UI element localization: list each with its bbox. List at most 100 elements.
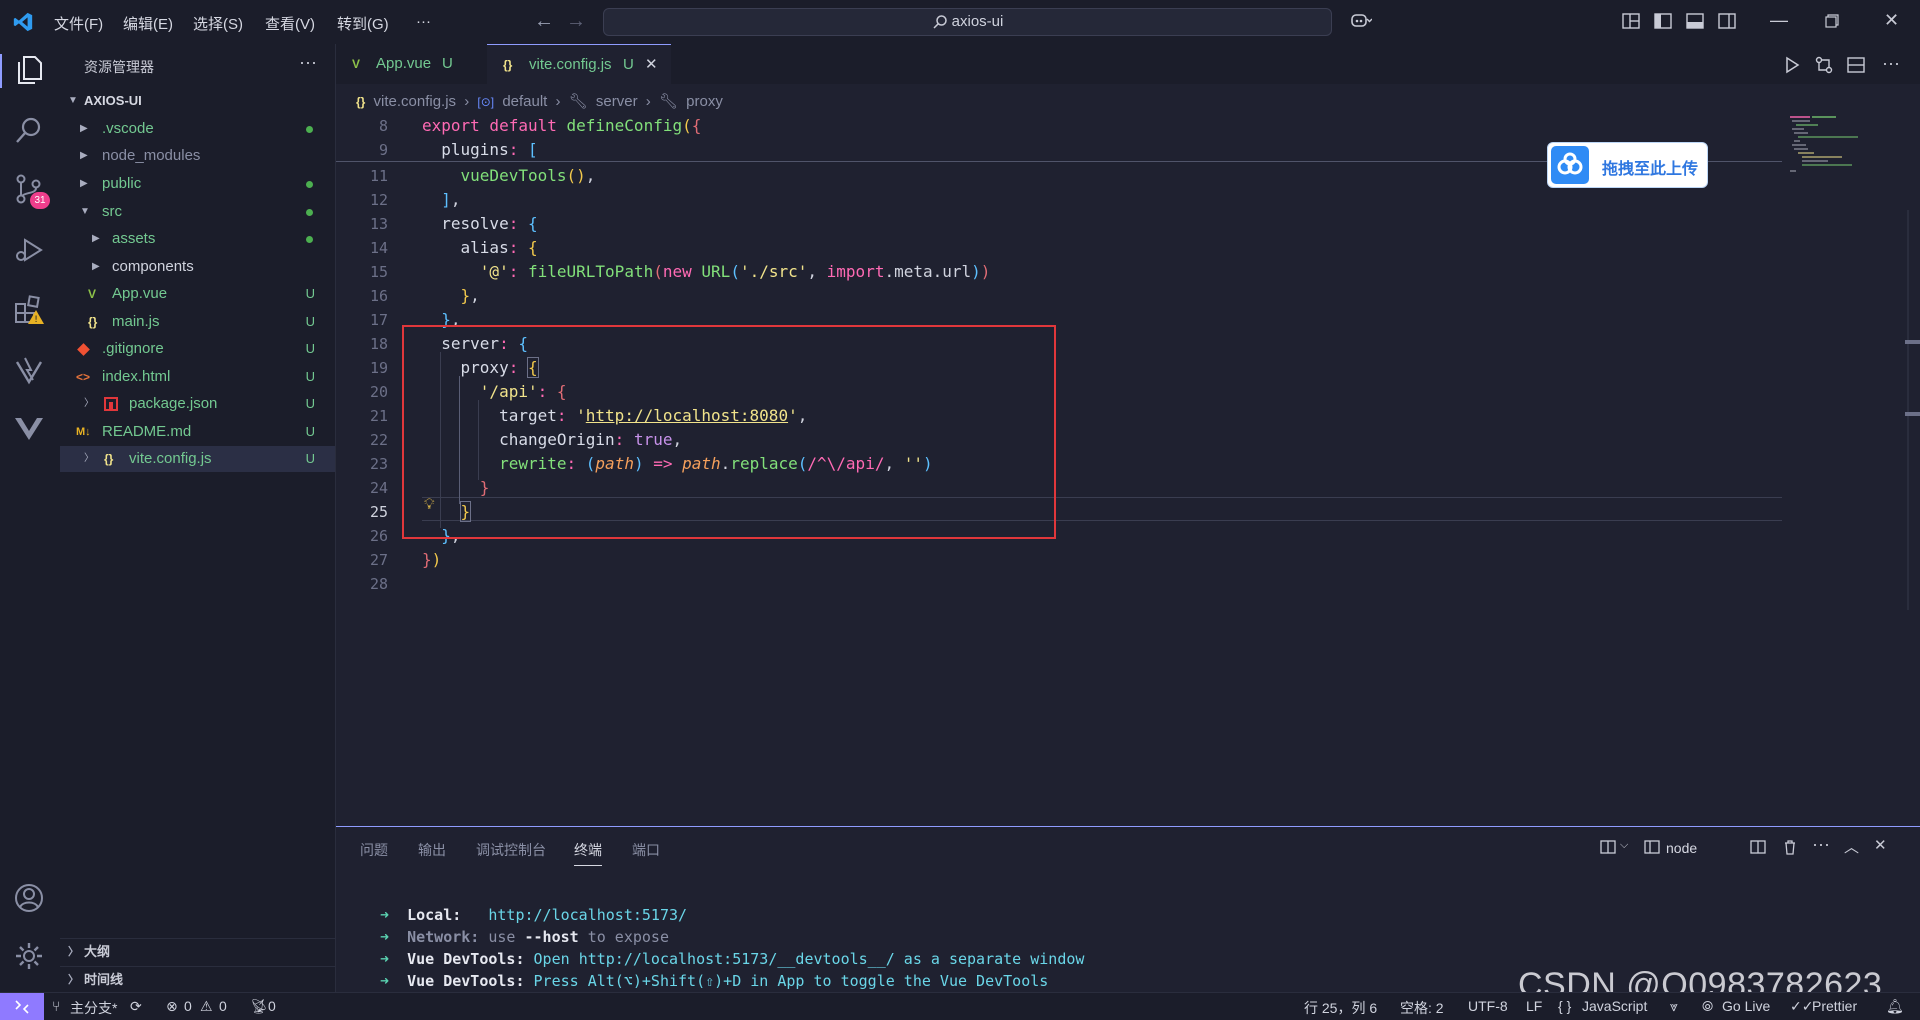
vitest-icon[interactable] — [13, 354, 47, 388]
toggle-primary-sidebar-icon[interactable] — [1654, 12, 1672, 30]
new-terminal-split-icon[interactable] — [1600, 839, 1616, 855]
split-editor-icon[interactable] — [1847, 56, 1865, 74]
toggle-panel-icon[interactable] — [1686, 12, 1704, 30]
tree-item-assets[interactable]: ▶ assets — [60, 226, 335, 252]
notifications-bell-icon[interactable]: 🔔︎ — [1886, 998, 1904, 1015]
code-line: '@': fileURLToPath(new URL('./src', impo… — [479, 262, 991, 281]
tree-item-src[interactable]: ▼ src — [60, 199, 335, 225]
explorer-icon[interactable] — [0, 54, 49, 88]
encoding[interactable]: UTF-8 — [1468, 998, 1508, 1014]
remote-indicator[interactable] — [0, 993, 44, 1020]
scrollbar-track — [1907, 210, 1909, 610]
compare-changes-icon[interactable] — [1815, 56, 1833, 74]
breadcrumb-server[interactable]: server — [596, 93, 638, 110]
copilot-icon[interactable] — [1350, 12, 1372, 30]
line-ending[interactable]: LF — [1526, 998, 1542, 1014]
terminal-name[interactable]: node — [1666, 840, 1697, 856]
extensions-icon[interactable]: ! — [13, 294, 47, 328]
accounts-icon[interactable] — [13, 882, 47, 916]
forward-arrow-icon[interactable]: → — [566, 10, 586, 33]
panel-more-actions[interactable]: ··· — [1812, 834, 1830, 855]
indentation[interactable]: 空格: 2 — [1400, 998, 1444, 1018]
explorer-title: 资源管理器 — [84, 59, 154, 75]
ports-count[interactable]: 0 — [268, 998, 276, 1014]
tab-app-vue[interactable]: V App.vue U — [336, 44, 486, 84]
tree-item-label: App.vue — [112, 285, 168, 302]
wrench-icon: 🔧︎ — [568, 93, 588, 110]
baidu-upload-dropzone[interactable]: 拖拽至此上传 — [1547, 142, 1708, 188]
tree-item-package-json[interactable]: 〉 package.json U — [60, 391, 335, 417]
menu-selection[interactable]: 选择(S) — [193, 13, 243, 34]
editor-scrollbar[interactable] — [1905, 210, 1920, 610]
run-code-icon[interactable] — [1783, 56, 1801, 74]
breadcrumb: {} vite.config.js › [⊙] default › 🔧︎ ser… — [356, 92, 727, 110]
tree-item-vite-config[interactable]: 〉 {} vite.config.js U — [60, 446, 335, 472]
close-window-button[interactable]: ✕ — [1884, 10, 1899, 31]
git-branch[interactable]: 主分支* — [70, 998, 117, 1018]
minimap[interactable] — [1788, 114, 1870, 174]
menu-edit[interactable]: 编辑(E) — [123, 13, 173, 34]
tab-ports[interactable]: 端口 — [632, 840, 660, 860]
tab-terminal[interactable]: 终端 — [574, 840, 602, 866]
tab-problems[interactable]: 问题 — [360, 840, 388, 860]
maximize-panel-icon[interactable]: ︿ — [1844, 836, 1859, 857]
outline-section[interactable]: 〉 大纲 — [60, 938, 335, 965]
language-mode[interactable]: JavaScript — [1582, 998, 1647, 1014]
tree-item-index-html[interactable]: <> index.html U — [60, 364, 335, 390]
tree-root-folder[interactable]: ▼ AXIOS-UI — [60, 88, 335, 114]
untracked-status: U — [305, 341, 315, 356]
customize-layout-icon[interactable] — [1622, 12, 1640, 30]
split-terminal-icon[interactable] — [1750, 839, 1766, 855]
chevron-right-icon: 〉 — [84, 453, 94, 464]
tree-item-vscode[interactable]: ▶ .vscode — [60, 116, 335, 142]
warning-count[interactable]: 0 — [219, 998, 227, 1014]
tab-debug-console[interactable]: 调试控制台 — [476, 840, 546, 860]
close-panel-icon[interactable]: ✕ — [1874, 836, 1887, 854]
chevron-down-icon[interactable]: ⌵ — [1620, 839, 1628, 852]
settings-gear-icon[interactable] — [13, 940, 47, 974]
tab-vite-config[interactable]: {} vite.config.js U ✕ — [487, 44, 671, 84]
vue-devtools-icon[interactable] — [13, 412, 47, 446]
line-number: 13 — [369, 215, 388, 233]
line-number: 16 — [369, 287, 388, 305]
run-debug-icon[interactable] — [13, 234, 47, 268]
error-count[interactable]: 0 — [184, 998, 192, 1014]
line-number: 15 — [369, 263, 388, 281]
tab-status: U — [623, 56, 634, 73]
source-control-icon[interactable]: 31 — [13, 172, 50, 209]
vitest-status-icon[interactable]: ⩔ — [1670, 998, 1678, 1015]
editor-more-actions[interactable]: ··· — [1882, 53, 1900, 74]
tree-item-app-vue[interactable]: V App.vue U — [60, 281, 335, 307]
tab-output[interactable]: 输出 — [418, 840, 446, 860]
timeline-section[interactable]: 〉 时间线 — [60, 966, 335, 993]
menu-more[interactable]: ··· — [416, 13, 431, 30]
sync-icon[interactable]: ⟳ — [130, 998, 142, 1015]
cursor-position[interactable]: 行 25，列 6 — [1304, 998, 1377, 1018]
prettier-button[interactable]: Prettier — [1812, 998, 1857, 1014]
toggle-secondary-sidebar-icon[interactable] — [1718, 12, 1736, 30]
menu-view[interactable]: 查看(V) — [265, 13, 315, 34]
breadcrumb-proxy[interactable]: proxy — [686, 93, 723, 110]
restore-button[interactable] — [1825, 14, 1839, 28]
line-number: 18 — [369, 335, 388, 353]
git-file-icon — [77, 343, 90, 356]
command-center-search[interactable]: axios-ui — [603, 8, 1332, 36]
tree-item-components[interactable]: ▶ components — [60, 254, 335, 280]
tree-item-public[interactable]: ▶ public — [60, 171, 335, 197]
search-sidebar-icon[interactable] — [13, 114, 47, 148]
trash-icon[interactable] — [1782, 839, 1798, 855]
tree-item-readme[interactable]: M↓ README.md U — [60, 419, 335, 445]
breadcrumb-default[interactable]: default — [502, 93, 547, 110]
tree-item-main-js[interactable]: {} main.js U — [60, 309, 335, 335]
tree-item-gitignore[interactable]: .gitignore U — [60, 336, 335, 362]
menu-file[interactable]: 文件(F) — [54, 13, 103, 34]
minimize-button[interactable]: — — [1770, 10, 1788, 31]
explorer-more-actions[interactable]: ··· — [299, 52, 317, 73]
line-number: 20 — [369, 383, 388, 401]
back-arrow-icon[interactable]: ← — [534, 10, 554, 33]
tree-item-node-modules[interactable]: ▶ node_modules — [60, 143, 335, 169]
close-tab-icon[interactable]: ✕ — [645, 45, 658, 85]
go-live-button[interactable]: Go Live — [1722, 998, 1770, 1014]
breadcrumb-file[interactable]: vite.config.js — [374, 93, 457, 110]
menu-go[interactable]: 转到(G) — [337, 13, 389, 34]
